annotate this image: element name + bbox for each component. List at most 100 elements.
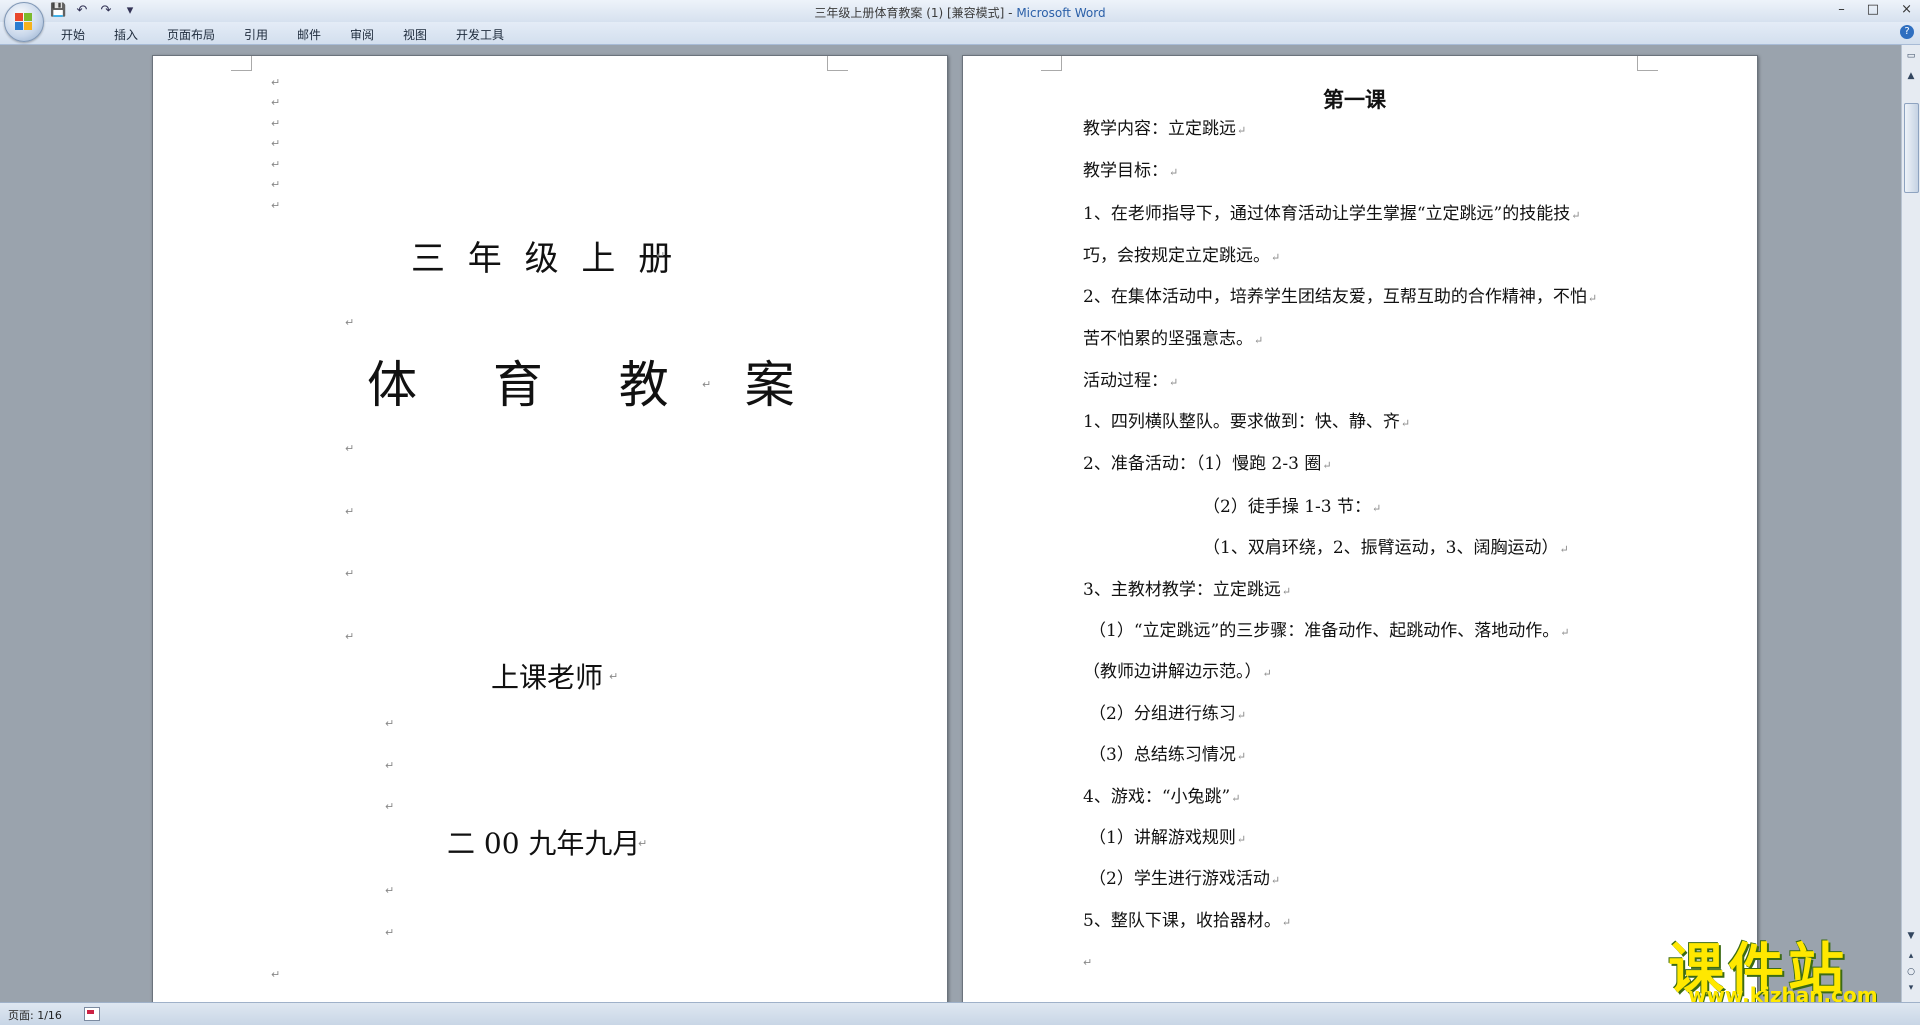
lesson-paragraph-text: 3、主教材教学：立定跳远	[1083, 580, 1281, 600]
paragraph-mark: ↵	[345, 567, 355, 580]
tab-page-layout[interactable]: 页面布局	[167, 26, 215, 43]
lesson-paragraph: 教学目标：↵	[1083, 156, 1178, 181]
paragraph-mark: ↵	[271, 137, 281, 150]
page-cover[interactable]: ↵ ↵ ↵ ↵ ↵ ↵ ↵ 三 年 级 上 册 ↵ ↵ 体 育 教 案 ↵ ↵ …	[152, 55, 948, 1003]
paragraph-mark: ↵	[1236, 833, 1247, 846]
redo-icon[interactable]: ↷	[98, 3, 114, 18]
paragraph-mark: ↵	[345, 630, 355, 643]
lesson-paragraph: 活动过程：↵	[1083, 366, 1178, 391]
tab-developer[interactable]: 开发工具	[456, 26, 504, 43]
lesson-paragraph-text: （1、双肩环绕，2、振臂运动，3、阔胸运动）	[1203, 538, 1559, 558]
paragraph-mark: ↵	[271, 199, 281, 212]
document-workspace[interactable]: ↵ ↵ ↵ ↵ ↵ ↵ ↵ 三 年 级 上 册 ↵ ↵ 体 育 教 案 ↵ ↵ …	[0, 45, 1902, 1003]
lesson-paragraph-text: 苦不怕累的坚强意志。	[1083, 329, 1253, 349]
paragraph-mark: ↵	[271, 117, 281, 130]
paragraph-mark: ↵	[271, 96, 281, 109]
lesson-paragraph: 巧，会按规定立定跳远。↵	[1083, 241, 1280, 266]
paragraph-mark: ↵	[1237, 124, 1247, 137]
lesson-paragraph: （1、双肩环绕，2、振臂运动，3、阔胸运动）↵	[1203, 533, 1569, 558]
crop-mark	[1041, 56, 1062, 71]
app-name: Microsoft Word	[1016, 6, 1106, 20]
paragraph-mark: ↵	[1400, 417, 1411, 430]
office-logo-icon	[15, 13, 33, 31]
paragraph-mark: ↵	[385, 717, 395, 730]
paragraph-mark: ↵	[271, 968, 281, 981]
paragraph-mark: ↵	[1262, 667, 1272, 680]
paragraph-mark: ↵	[1322, 459, 1332, 472]
site-watermark: 课件站 www.kjzhan.com	[1668, 925, 1908, 1007]
lesson-paragraph-text: （教师边讲解边示范。）	[1083, 662, 1262, 682]
window-controls: – □ ×	[1838, 2, 1912, 17]
paragraph-mark: ↵	[385, 884, 395, 897]
lesson-paragraph: （1）讲解游戏规则↵	[1089, 823, 1246, 848]
tab-view[interactable]: 视图	[403, 26, 427, 43]
tab-review[interactable]: 审阅	[350, 26, 374, 43]
paragraph-mark: ↵	[609, 670, 619, 683]
page-indicator[interactable]: 页面: 1/16	[8, 1007, 62, 1023]
page-lesson-one[interactable]: 第一课 教学内容：立定跳远↵ 教学目标：↵ 1、在老师指导下，通过体育活动让学生掌握…	[962, 55, 1758, 1003]
tab-insert[interactable]: 插入	[114, 26, 138, 43]
paragraph-mark: ↵	[1169, 166, 1179, 179]
lesson-paragraph-text: 2、准备活动：（1）慢跑 2-3 圈	[1083, 454, 1322, 474]
paragraph-mark: ↵	[1083, 956, 1093, 969]
minimize-button[interactable]: –	[1838, 2, 1845, 17]
lesson-paragraph-text: （3）总结练习情况	[1089, 745, 1236, 765]
save-icon[interactable]: 💾	[50, 3, 66, 18]
title-bar: 三年级上册体育教案 (1) [兼容模式] - Microsoft Word 💾 …	[0, 0, 1920, 22]
lesson-paragraph: 3、主教材教学：立定跳远↵	[1083, 575, 1291, 600]
lesson-paragraph-text: 活动过程：	[1083, 371, 1168, 391]
ruler-toggle-icon[interactable]: ▭	[1904, 49, 1918, 63]
paragraph-mark: ↵	[1231, 792, 1241, 805]
help-icon[interactable]: ?	[1900, 25, 1914, 39]
undo-icon[interactable]: ↶	[74, 3, 90, 18]
lesson-paragraph-text: 5、整队下课，收拾器材。	[1083, 911, 1281, 931]
lesson-paragraph: 教学内容：立定跳远↵	[1083, 114, 1246, 139]
lesson-paragraph-text: 1、在老师指导下，通过体育活动让学生掌握“立定跳远”的技能技	[1083, 204, 1571, 224]
paragraph-mark: ↵	[1254, 334, 1264, 347]
close-button[interactable]: ×	[1901, 2, 1912, 17]
tab-home[interactable]: 开始	[61, 26, 85, 43]
paragraph-mark: ↵	[1560, 626, 1570, 639]
lesson-paragraph-text: （2）学生进行游戏活动	[1089, 869, 1270, 889]
paragraph-mark: ↵	[1281, 916, 1292, 929]
customize-qat-icon[interactable]: ▾	[122, 3, 138, 18]
lesson-paragraph-text: 1、四列横队整队。要求做到：快、静、齐	[1083, 412, 1400, 432]
paragraph-mark: ↵	[271, 158, 281, 171]
proofing-icon[interactable]	[84, 1007, 100, 1021]
cover-date: 二 00 九年九月	[447, 827, 641, 860]
lesson-paragraph: （2）徒手操 1-3 节：↵	[1203, 492, 1381, 517]
lesson-paragraph-text: 教学内容：立定跳远	[1083, 119, 1236, 139]
quick-access-toolbar: 💾 ↶ ↷ ▾	[50, 3, 138, 18]
scroll-up-icon[interactable]: ▲	[1904, 69, 1918, 83]
paragraph-mark: ↵	[271, 76, 281, 89]
ribbon-tab-bar: 开始 插入 页面布局 引用 邮件 审阅 视图 开发工具 ?	[0, 22, 1920, 45]
paragraph-mark: ↵	[656, 249, 666, 262]
maximize-button[interactable]: □	[1867, 2, 1879, 17]
lesson-paragraph: 5、整队下课，收拾器材。↵	[1083, 906, 1291, 931]
paragraph-mark: ↵	[345, 505, 355, 518]
paragraph-mark: ↵	[1372, 502, 1382, 515]
lesson-paragraph: （教师边讲解边示范。）↵	[1083, 657, 1272, 682]
window-title: 三年级上册体育教案 (1) [兼容模式] - Microsoft Word	[0, 4, 1920, 21]
vertical-scrollbar[interactable]: ▭ ▲ ▼ ▴ ○ ▾	[1901, 45, 1920, 1003]
paragraph-mark: ↵	[702, 378, 712, 391]
paragraph-mark: ↵	[1587, 292, 1598, 305]
tab-mailings[interactable]: 邮件	[297, 26, 321, 43]
paragraph-mark: ↵	[1169, 376, 1179, 389]
office-button[interactable]	[4, 2, 44, 42]
lesson-paragraph-text: （1）讲解游戏规则	[1089, 828, 1236, 848]
paragraph-mark: ↵	[1270, 874, 1281, 887]
lesson-paragraph: 4、游戏：“小兔跳”↵	[1083, 782, 1240, 807]
lesson-paragraph: 1、四列横队整队。要求做到：快、静、齐↵	[1083, 407, 1410, 432]
lesson-paragraph: （3）总结练习情况↵	[1089, 740, 1246, 765]
crop-mark	[1637, 56, 1658, 71]
paragraph-mark: ↵	[1271, 251, 1281, 264]
paragraph-mark: ↵	[638, 837, 648, 850]
lesson-paragraph-text: 4、游戏：“小兔跳”	[1083, 787, 1231, 807]
tab-references[interactable]: 引用	[244, 26, 268, 43]
lesson-paragraph-text: （1）“立定跳远”的三步骤：准备动作、起跳动作、落地动作。	[1089, 621, 1560, 641]
scroll-thumb[interactable]	[1904, 103, 1919, 193]
lesson-paragraph: 苦不怕累的坚强意志。↵	[1083, 324, 1263, 349]
paragraph-mark: ↵	[385, 759, 395, 772]
paragraph-mark: ↵	[1236, 750, 1247, 763]
